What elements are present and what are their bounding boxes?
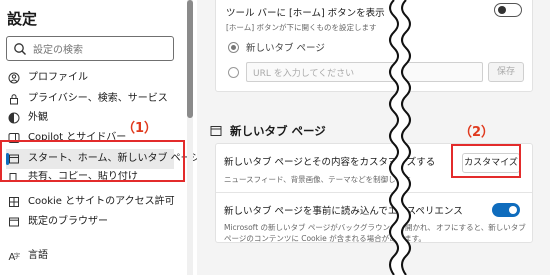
home-button-card: ツール バーに [ホーム] ボタンを表示 [ホーム] ボタンが下に開くものを設定… — [215, 0, 533, 92]
home-button-toggle[interactable] — [494, 3, 522, 17]
radio-newtab[interactable] — [228, 42, 239, 53]
callout-customize-highlight — [451, 144, 521, 178]
radio-newtab-label: 新しいタブ ページ — [246, 43, 325, 54]
language-icon: A 字 — [9, 252, 21, 262]
sidebar-item-profiles[interactable]: プロファイル — [6, 68, 174, 88]
preload-title: 新しいタブ ページを事前に読み込んでエクスペリエンス — [224, 206, 463, 217]
browser-icon — [9, 217, 19, 227]
sidebar-item-label: プライバシー、検索、サービス — [28, 93, 168, 104]
appearance-icon — [8, 112, 20, 124]
url-input[interactable]: URL を入力してください — [246, 62, 483, 82]
scrollbar-thumb[interactable] — [187, 0, 193, 118]
save-button[interactable]: 保存 — [488, 62, 524, 82]
svg-text:字: 字 — [14, 252, 20, 260]
search-input[interactable] — [31, 41, 171, 59]
newtab-icon — [210, 126, 222, 136]
sidebar-item-default-browser[interactable]: 既定のブラウザー — [6, 212, 174, 232]
sidebar-item-label: プロファイル — [28, 72, 88, 83]
annotation-label-1: （1） — [122, 121, 158, 136]
newtab-heading: 新しいタブ ページ — [230, 124, 326, 138]
preload-desc-1b: オフにすると、新しいタブ — [436, 223, 526, 232]
home-button-title: ツール バーに [ホーム] ボタンを表示 — [226, 8, 385, 19]
sidebar-item-languages[interactable]: A 字 言語 — [6, 246, 174, 266]
sidebar-item-privacy[interactable]: プライバシー、検索、サービス — [6, 89, 174, 109]
sidebar-item-label: 外観 — [28, 112, 48, 123]
profile-icon — [8, 72, 20, 84]
cookie-icon — [9, 197, 19, 207]
sidebar-scrollbar[interactable] — [187, 0, 193, 275]
settings-main-panel: ツール バーに [ホーム] ボタンを表示 [ホーム] ボタンが下に開くものを設定… — [197, 0, 550, 275]
wavy-cut-line — [389, 0, 411, 275]
search-box[interactable] — [6, 36, 174, 61]
settings-sidebar: 設定 プロファイル プライバシー、検索、サービス 外観 — [0, 0, 200, 275]
sidebar-item-cookies[interactable]: Cookie とサイトのアクセス許可 — [6, 192, 175, 212]
sidebar-item-label: Cookie とサイトのアクセス許可 — [28, 196, 175, 207]
settings-title: 設定 — [7, 10, 38, 28]
callout-sidebar-highlight — [0, 140, 185, 182]
radio-url[interactable] — [228, 67, 239, 78]
url-input-placeholder: URL を入力してください — [253, 69, 355, 79]
home-button-desc: [ホーム] ボタンが下に開くものを設定します — [226, 23, 377, 32]
divider — [216, 192, 532, 193]
lock-icon — [10, 94, 18, 105]
sidebar-item-label: 言語 — [28, 250, 48, 261]
preload-toggle[interactable] — [492, 203, 520, 217]
sidebar-item-label: 既定のブラウザー — [28, 216, 108, 227]
annotation-label-2: （2） — [459, 125, 495, 140]
search-icon — [14, 43, 26, 55]
